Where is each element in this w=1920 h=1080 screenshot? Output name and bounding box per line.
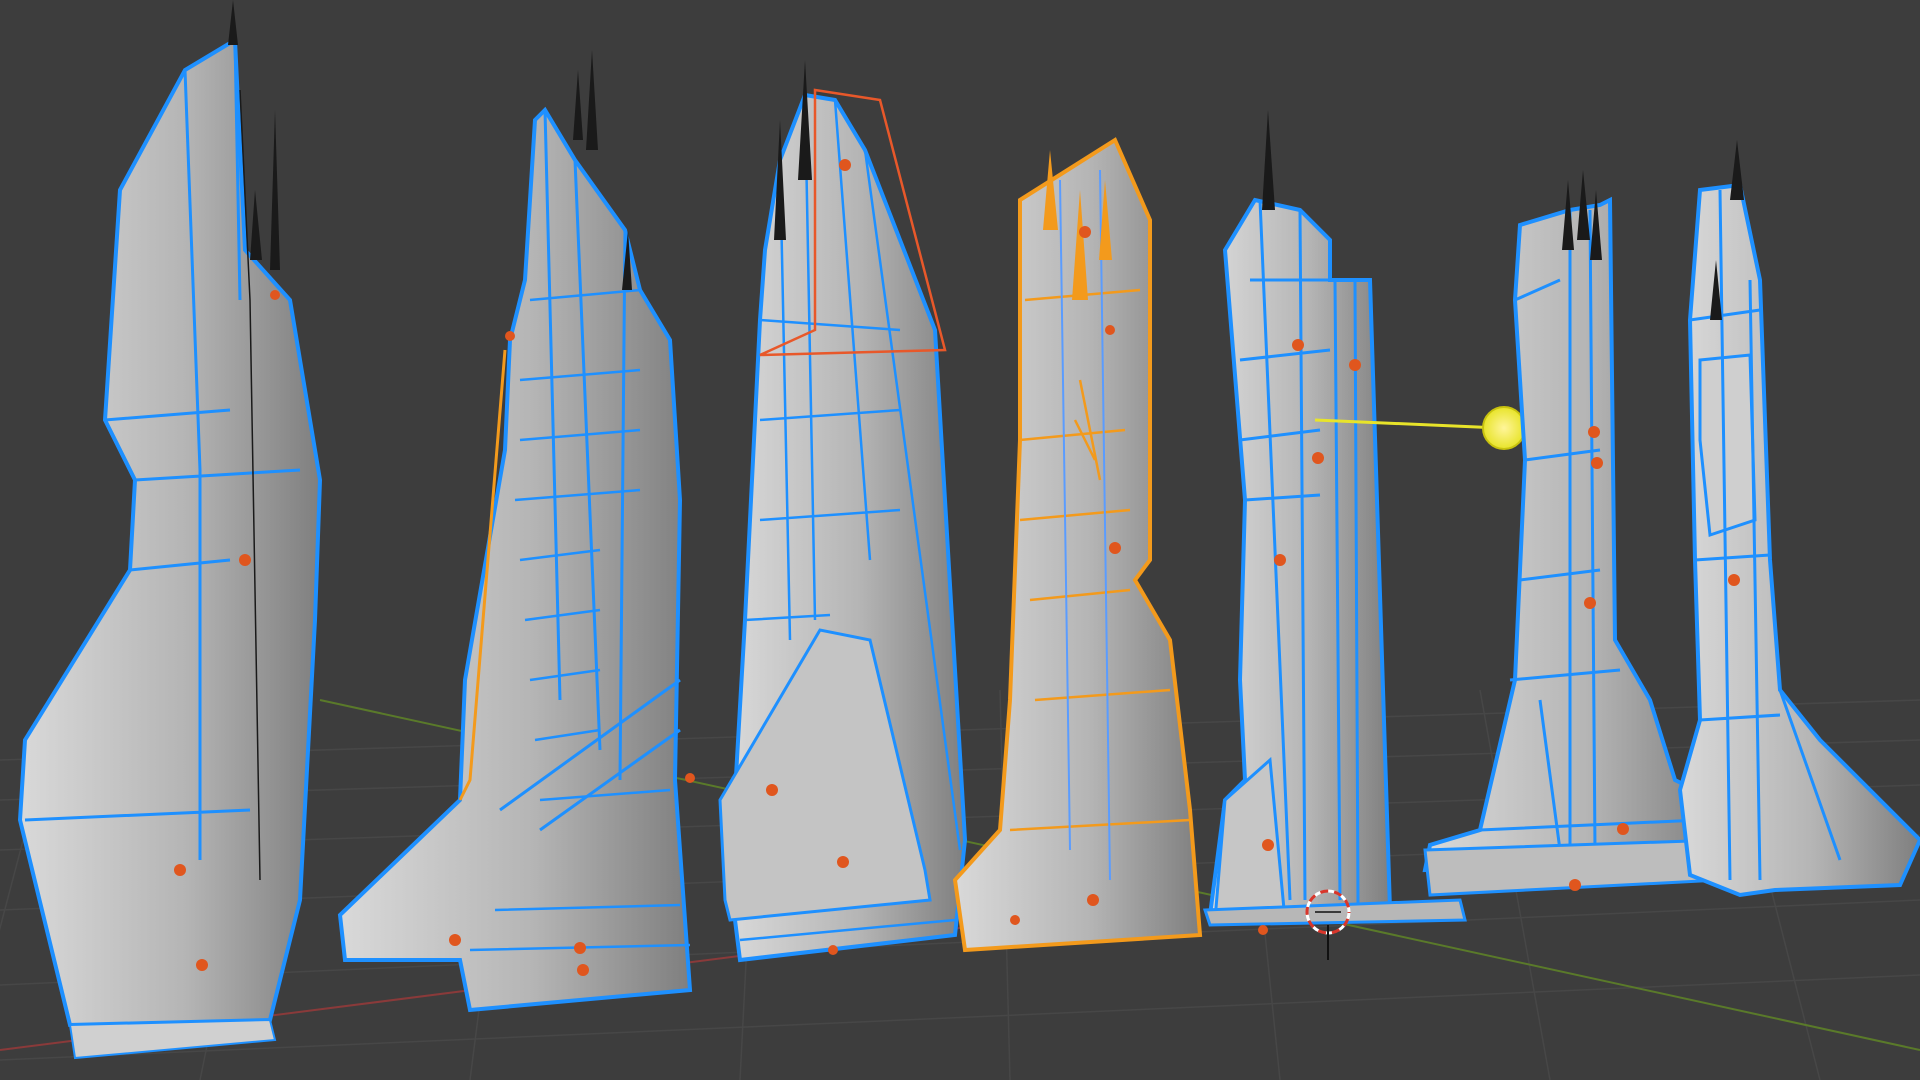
scene-canvas[interactable]: [0, 0, 1920, 1080]
origin-dot: [239, 554, 251, 566]
3d-viewport[interactable]: [0, 0, 1920, 1080]
point-light[interactable]: [1482, 406, 1526, 450]
